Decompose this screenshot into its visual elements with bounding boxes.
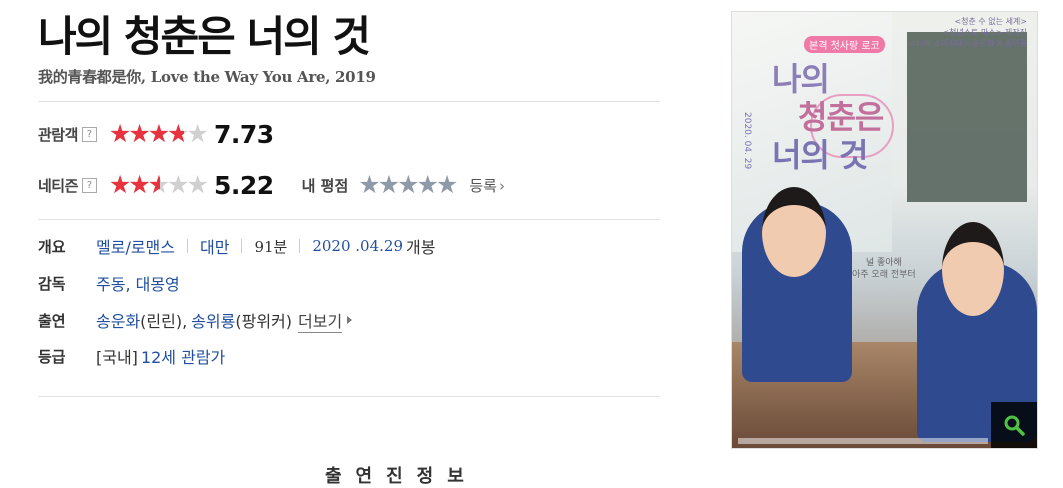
cast-label: 출연: [38, 311, 66, 330]
release-date-link[interactable]: 2020 .04.29: [312, 237, 403, 255]
zoom-button[interactable]: [991, 402, 1037, 448]
netizen-score: 5.22: [213, 170, 274, 200]
divider: [38, 396, 660, 397]
divider: [38, 219, 660, 220]
cast-more-link[interactable]: 더보기: [298, 308, 343, 333]
movie-title: 나의 청춘은 너의 것: [38, 12, 371, 61]
netizen-stars: ★★★★★★★★★★: [108, 170, 209, 199]
overview-label: 개요: [38, 237, 66, 256]
director-link[interactable]: 주동, 대몽영: [96, 271, 180, 295]
divider: [38, 101, 660, 102]
poster-date: 2020. 04. 29: [742, 112, 752, 170]
chevron-right-icon: ›: [498, 176, 505, 195]
grade-prefix: [국내]: [96, 348, 138, 367]
runtime: 91분: [254, 237, 288, 256]
search-icon: [1004, 415, 1025, 436]
actor-link[interactable]: 송운화: [96, 308, 140, 332]
release-suffix: 개봉: [406, 238, 436, 257]
audience-stars: ★★★★★★★★★★: [108, 119, 209, 148]
my-rating-label: 내 평점: [301, 176, 349, 195]
audience-score: 7.73: [213, 119, 274, 149]
poster-tagline: 널 좋아해 아주 오래 전부터: [852, 258, 916, 280]
section-heading-partial: 출연진정보: [325, 466, 478, 487]
help-icon[interactable]: ?: [81, 177, 97, 193]
overview-row: 개요 멜로/로맨스 대만 91분 2020 .04.29 개봉: [38, 233, 435, 259]
register-rating-link[interactable]: 등록 ›: [469, 175, 505, 196]
director-row: 감독 주동, 대몽영: [38, 270, 180, 296]
grade-row: 등급 [국내] 12세 관람가: [38, 343, 225, 369]
genre-link[interactable]: 멜로/로맨스: [96, 234, 175, 258]
help-icon[interactable]: ?: [81, 126, 97, 142]
audience-rating-row: 관람객 ? ★★★★★★★★★★ 7.73: [38, 114, 274, 154]
my-rating-stars[interactable]: ★★★★★: [358, 170, 458, 200]
grade-link[interactable]: 12세 관람가: [141, 344, 225, 368]
separator: [299, 239, 301, 253]
caret-right-icon: [347, 316, 353, 324]
separator: [241, 239, 243, 253]
separator: [187, 239, 188, 253]
actor-role: (린린),: [140, 312, 188, 331]
netizen-rating-label: 네티즌: [38, 176, 78, 195]
movie-poster[interactable]: 본격 첫사랑 로코 <청춘 수 없는 세계> <청년스토 마스> 제작진 <나의…: [731, 11, 1038, 449]
actor-link[interactable]: 송위룡: [191, 308, 235, 332]
movie-subtitle: 我的青春都是你, Love the Way You Are, 2019: [38, 68, 376, 86]
audience-rating-label: 관람객: [38, 125, 78, 144]
cast-row: 출연 송운화 (린린), 송위룡 (팡위커) 더보기: [38, 307, 353, 333]
poster-title: 나의 청춘은 너의 것: [772, 60, 884, 174]
grade-label: 등급: [38, 347, 66, 366]
netizen-rating-row: 네티즌 ? ★★★★★★★★★★ 5.22 내 평점 ★★★★★ 등록›: [38, 165, 505, 205]
poster-credits: <청춘 수 없는 세계> <청년스토 마스> 제작진 <나의 소녀시대> 송운화…: [909, 17, 1027, 48]
actor-role: (팡위커): [235, 312, 293, 331]
country-link[interactable]: 대만: [200, 234, 229, 258]
poster-tag: 본격 첫사랑 로코: [804, 36, 885, 53]
director-label: 감독: [38, 274, 66, 293]
poster-credits-block: [738, 438, 988, 444]
